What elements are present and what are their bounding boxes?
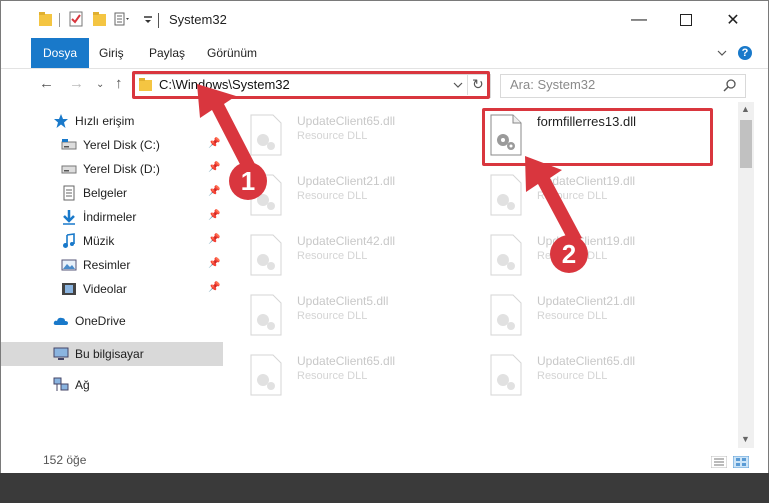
step-marker-1: 1 [229, 162, 267, 200]
step-arrow-2 [525, 156, 582, 244]
step-marker-2: 2 [550, 235, 588, 273]
annotation-overlay [197, 84, 582, 244]
